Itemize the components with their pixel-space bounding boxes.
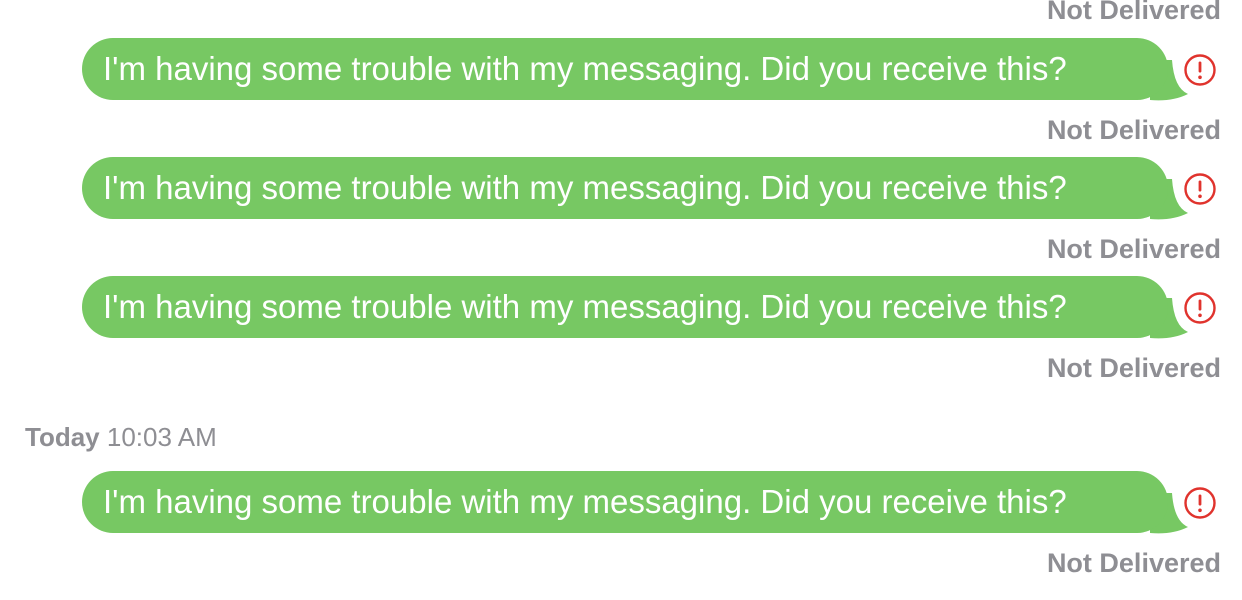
delivery-status: Not Delivered (1046, 115, 1221, 145)
conversation-timestamp: Today 10:03 AM (25, 424, 217, 450)
exclamation-circle-icon[interactable] (1183, 291, 1217, 325)
message-bubble[interactable]: I'm having some trouble with my messagin… (82, 471, 1168, 533)
message-bubble[interactable]: I'm having some trouble with my messagin… (82, 157, 1168, 219)
delivery-status: Not Delivered (1046, 548, 1221, 578)
delivery-status: Not Delivered (1046, 353, 1221, 383)
delivery-status-top: Not Delivered (1046, 0, 1221, 25)
exclamation-circle-icon[interactable] (1183, 53, 1217, 87)
exclamation-circle-icon[interactable] (1183, 486, 1217, 520)
message-bubble[interactable]: I'm having some trouble with my messagin… (82, 276, 1168, 338)
timestamp-time: 10:03 AM (106, 422, 217, 452)
timestamp-day: Today (25, 422, 100, 452)
exclamation-circle-icon[interactable] (1183, 172, 1217, 206)
message-bubble[interactable]: I'm having some trouble with my messagin… (82, 38, 1168, 100)
delivery-status: Not Delivered (1046, 234, 1221, 264)
